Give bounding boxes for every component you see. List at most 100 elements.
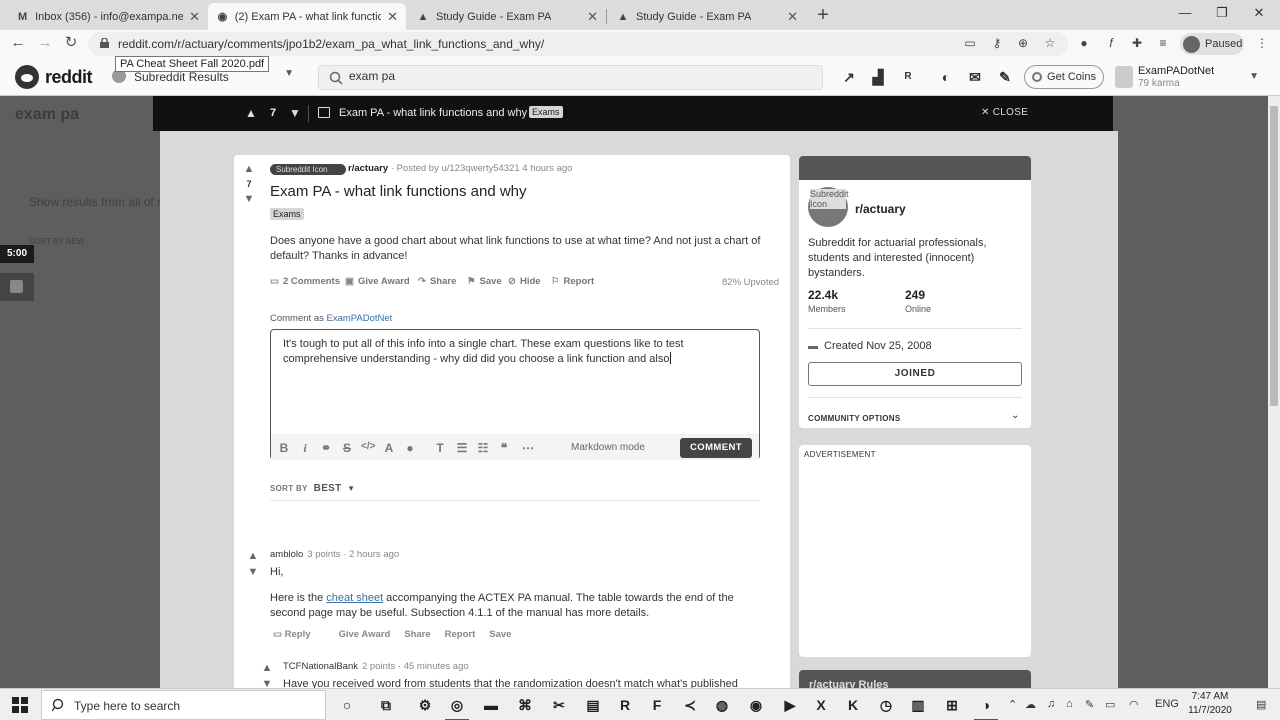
obs-icon[interactable]: ◉ bbox=[746, 695, 766, 715]
sort-by-control[interactable]: SORT BY BEST ▼ bbox=[270, 483, 355, 494]
report-button[interactable]: ⚐ Report bbox=[551, 276, 594, 287]
community-name[interactable]: r/actuary bbox=[855, 202, 906, 216]
excel-icon[interactable]: X bbox=[811, 695, 831, 715]
windows-start-icon[interactable] bbox=[12, 697, 28, 713]
language-indicator[interactable]: ENG bbox=[1155, 698, 1179, 710]
downvote-arrow-icon[interactable]: ▼ bbox=[260, 678, 274, 688]
kebab-menu-icon[interactable]: ⋮ bbox=[1255, 36, 1269, 50]
user-dropdown[interactable]: ExamPADotNet 79 karma ▼ bbox=[1115, 63, 1265, 91]
rpan-icon[interactable]: R bbox=[899, 68, 917, 86]
downvote-arrow-icon[interactable]: ▼ bbox=[246, 566, 260, 578]
close-modal-button[interactable]: ✕ CLOSE bbox=[981, 107, 1028, 118]
comment-editor[interactable]: It's tough to put all of this info into … bbox=[270, 329, 760, 460]
upvote-arrow-icon[interactable]: ▲ bbox=[260, 662, 274, 674]
markdown-mode-toggle[interactable]: Markdown mode bbox=[571, 442, 645, 453]
close-tab-icon[interactable]: ✕ bbox=[381, 9, 398, 25]
superscript-icon[interactable]: A bbox=[382, 441, 396, 455]
task-view-icon[interactable]: ⧉ bbox=[376, 695, 396, 715]
snipping-tool-icon[interactable]: ✂ bbox=[549, 695, 569, 715]
clock-app-icon[interactable]: ◷ bbox=[876, 695, 896, 715]
chevron-up-icon[interactable]: ⌃ bbox=[1008, 698, 1017, 711]
heading-icon[interactable]: T bbox=[433, 441, 447, 455]
reddit-logo-icon[interactable] bbox=[15, 65, 39, 89]
comment-submit-button[interactable]: COMMENT bbox=[680, 438, 752, 458]
upvote-arrow-icon[interactable]: ▲ bbox=[246, 550, 260, 562]
comment-as-username[interactable]: ExamPADotNet bbox=[327, 313, 393, 324]
comment-author[interactable]: amblolo bbox=[270, 549, 303, 560]
extension-icon[interactable]: ● bbox=[1077, 36, 1091, 50]
more-icon[interactable]: ⋯ bbox=[521, 441, 535, 455]
downvote-arrow-icon[interactable]: ▼ bbox=[289, 106, 301, 120]
strikethrough-icon[interactable]: S bbox=[340, 441, 354, 455]
rstudio-icon[interactable]: ◍ bbox=[712, 695, 732, 715]
give-award-button[interactable]: Give Award bbox=[339, 629, 391, 640]
profile-button[interactable]: Paused bbox=[1180, 33, 1244, 55]
community-options-toggle[interactable]: COMMUNITY OPTIONS bbox=[808, 414, 901, 423]
close-window-icon[interactable]: ✕ bbox=[1251, 5, 1267, 21]
link-icon[interactable]: ⚭ bbox=[319, 441, 333, 455]
spoiler-icon[interactable]: ● bbox=[403, 441, 417, 455]
active-app-icon[interactable]: ◑ bbox=[974, 695, 998, 720]
subreddit-icon[interactable]: Subreddit Icon bbox=[270, 164, 346, 175]
scrollbar-thumb[interactable] bbox=[1270, 106, 1278, 406]
app-k-icon[interactable]: K bbox=[843, 695, 863, 715]
close-tab-icon[interactable]: ✕ bbox=[781, 9, 798, 25]
back-arrow-icon[interactable]: ← bbox=[10, 35, 26, 51]
network-app-icon[interactable]: ⌘ bbox=[515, 695, 535, 715]
quote-icon[interactable]: ❝ bbox=[497, 441, 511, 455]
minimize-icon[interactable]: — bbox=[1177, 5, 1193, 20]
tab-study-guide-2[interactable]: ▲ Study Guide - Exam PA ✕ bbox=[608, 3, 806, 30]
tab-study-guide-1[interactable]: ▲ Study Guide - Exam PA ✕ bbox=[408, 3, 606, 30]
chat-icon[interactable]: ◐ bbox=[937, 68, 955, 86]
cloud-icon[interactable]: ☁ bbox=[1025, 698, 1036, 711]
puzzle-icon[interactable]: ✚ bbox=[1130, 36, 1144, 50]
settings-icon[interactable]: ⚙ bbox=[415, 695, 435, 715]
reload-icon[interactable]: ↻ bbox=[63, 35, 79, 51]
cheat-sheet-link[interactable]: cheat sheet bbox=[326, 592, 383, 604]
wifi-icon[interactable]: ◠ bbox=[1129, 698, 1139, 711]
inline-code-icon[interactable]: </> bbox=[361, 441, 375, 452]
taskbar-clock[interactable]: 7:47 AM 11/7/2020 bbox=[1184, 690, 1236, 718]
trending-icon[interactable]: ↗ bbox=[840, 68, 858, 86]
get-coins-button[interactable]: Get Coins bbox=[1024, 65, 1104, 89]
comment-textarea[interactable]: It's tough to put all of this info into … bbox=[283, 337, 745, 367]
bold-icon[interactable]: B bbox=[277, 441, 291, 455]
stop-button[interactable] bbox=[0, 273, 34, 301]
key-icon[interactable]: ⚷ bbox=[990, 36, 1004, 50]
close-tab-icon[interactable]: ✕ bbox=[183, 9, 200, 25]
save-button[interactable]: Save bbox=[489, 629, 511, 640]
forward-arrow-icon[interactable]: → bbox=[37, 35, 53, 51]
star-icon[interactable]: ☆ bbox=[1043, 36, 1057, 50]
reddit-wordmark[interactable]: reddit bbox=[45, 67, 93, 88]
comment-author[interactable]: TCFNationalBank bbox=[283, 661, 358, 672]
ftp-icon[interactable]: F bbox=[647, 695, 667, 715]
zoom-icon[interactable]: ⊕ bbox=[1016, 36, 1030, 50]
give-award-button[interactable]: ▣ Give Award bbox=[345, 276, 410, 287]
italic-icon[interactable]: i bbox=[298, 441, 312, 456]
formula-extension-icon[interactable]: f bbox=[1104, 36, 1118, 50]
stats-icon[interactable]: ▟ bbox=[869, 68, 887, 86]
page-scrollbar[interactable] bbox=[1268, 96, 1280, 688]
media-player-icon[interactable]: ▶ bbox=[780, 695, 800, 715]
numbered-list-icon[interactable]: ☷ bbox=[476, 441, 490, 455]
create-post-icon[interactable]: ✎ bbox=[996, 68, 1014, 86]
joined-button[interactable]: JOINED bbox=[808, 362, 1022, 386]
cortana-icon[interactable]: ○ bbox=[337, 695, 357, 715]
calculator-icon[interactable]: ▥ bbox=[908, 695, 928, 715]
network-icon[interactable]: ⌂ bbox=[1066, 698, 1073, 710]
close-tab-icon[interactable]: ✕ bbox=[581, 9, 598, 25]
upvote-arrow-icon[interactable]: ▲ bbox=[242, 163, 256, 175]
mail-icon[interactable]: ✉ bbox=[966, 68, 984, 86]
reply-button[interactable]: ▭ Reply bbox=[273, 629, 325, 640]
save-button[interactable]: ⚑ Save bbox=[467, 276, 502, 287]
cast-icon[interactable]: ▭ bbox=[963, 36, 977, 50]
file-explorer-icon[interactable]: ▬ bbox=[481, 695, 501, 715]
taskbar-search[interactable]: Type here to search bbox=[41, 690, 326, 720]
share-button[interactable]: ↷ Share bbox=[418, 276, 456, 287]
reddit-search-box[interactable] bbox=[318, 65, 823, 90]
post-flair[interactable]: Exams bbox=[270, 208, 304, 220]
hide-button[interactable]: ⊘ Hide bbox=[508, 276, 541, 287]
bulleted-list-icon[interactable]: ☰ bbox=[455, 441, 469, 455]
new-tab-button[interactable]: + bbox=[814, 4, 832, 27]
search-input[interactable] bbox=[349, 69, 749, 83]
